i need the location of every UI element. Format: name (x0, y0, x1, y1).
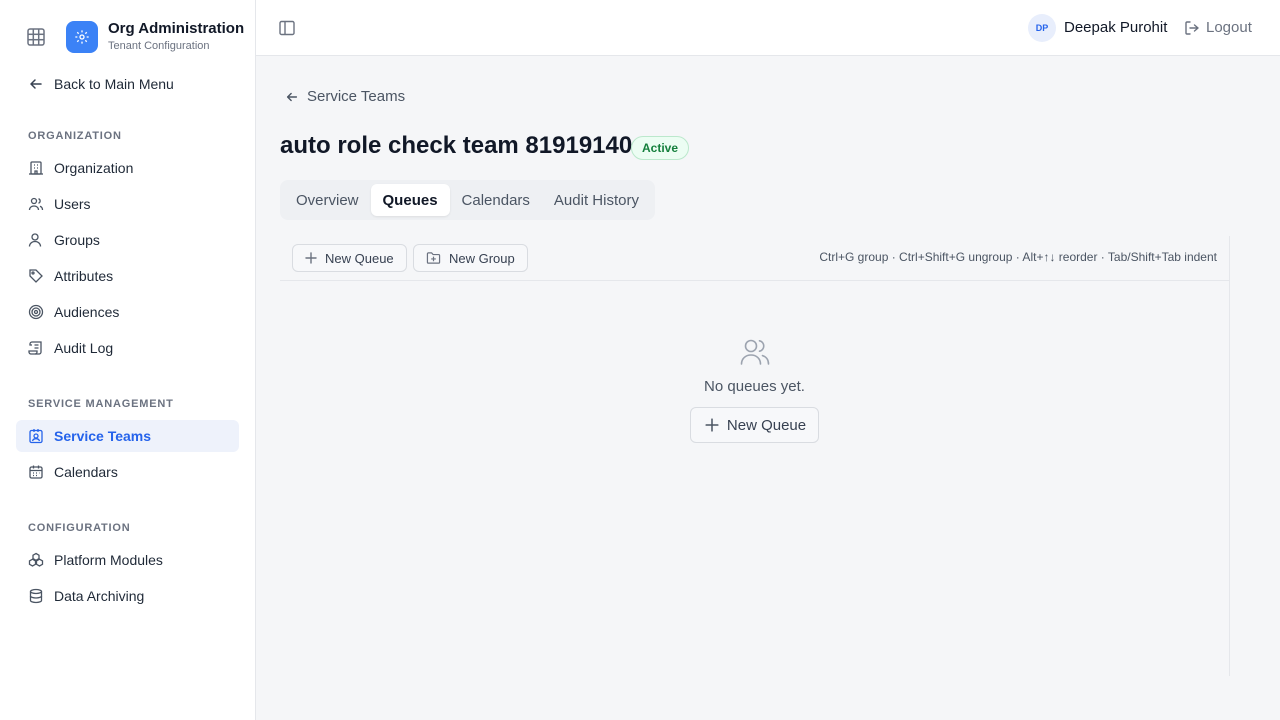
keyboard-shortcuts-hint: Ctrl+G group · Ctrl+Shift+G ungroup · Al… (819, 250, 1217, 264)
section-label-organization: ORGANIZATION (28, 130, 122, 142)
back-label: Back to Main Menu (54, 76, 174, 92)
sidebar-item-audit-log[interactable]: Audit Log (16, 332, 239, 364)
sidebar-item-organization[interactable]: Organization (16, 152, 239, 184)
tab-overview[interactable]: Overview (284, 184, 371, 216)
logout-icon (1185, 20, 1199, 35)
queues-panel: New Queue New Group Ctrl+G group · Ctrl+… (280, 236, 1230, 676)
brand-subtitle: Tenant Configuration (108, 40, 210, 52)
breadcrumb-label: Service Teams (307, 88, 406, 105)
brand-title: Org Administration (108, 20, 245, 37)
sidebar-item-calendars[interactable]: Calendars (16, 456, 239, 488)
sidebar: Org Administration Tenant Configuration … (0, 0, 256, 720)
database-icon (29, 588, 43, 604)
empty-state-message: No queues yet. (704, 378, 805, 395)
sidebar-item-label: Audiences (54, 304, 120, 320)
breadcrumb[interactable]: Service Teams (285, 88, 405, 105)
sidebar-item-label: Organization (54, 160, 134, 176)
sidebar-item-service-teams[interactable]: Service Teams (16, 420, 239, 452)
new-group-label: New Group (449, 250, 515, 266)
users-empty-icon (739, 336, 771, 368)
group-icon (28, 233, 42, 247)
modules-icon (28, 552, 44, 567)
tag-icon (29, 269, 43, 283)
sidebar-item-users[interactable]: Users (16, 188, 239, 220)
new-queue-label: New Queue (325, 250, 394, 266)
logout-label: Logout (1206, 19, 1252, 36)
sidebar-item-label: Attributes (54, 268, 114, 284)
sidebar-item-label: Audit Log (54, 340, 114, 356)
section-label-configuration: CONFIGURATION (28, 522, 131, 534)
target-icon (28, 304, 44, 320)
plus-icon (705, 418, 719, 432)
top-bar: DP Deepak Purohit Logout (256, 0, 1280, 56)
sidebar-item-groups[interactable]: Groups (16, 224, 239, 256)
new-queue-button[interactable]: New Queue (292, 244, 407, 272)
sidebar-item-label: Groups (54, 232, 100, 248)
scroll-icon (28, 341, 42, 355)
sidebar-toggle-icon[interactable] (278, 19, 296, 37)
tab-calendars[interactable]: Calendars (450, 184, 542, 216)
settings-gear-logo-icon (66, 20, 98, 53)
users-icon (28, 197, 44, 211)
calendar-icon (29, 465, 43, 479)
sidebar-item-audiences[interactable]: Audiences (16, 296, 239, 328)
sidebar-item-label: Service Teams (54, 428, 152, 444)
sidebar-item-data-archiving[interactable]: Data Archiving (16, 580, 239, 612)
empty-new-queue-label: New Queue (726, 416, 807, 434)
arrow-left-icon (30, 79, 42, 89)
arrow-left-icon (286, 92, 298, 101)
new-group-button[interactable]: New Group (413, 244, 528, 272)
sidebar-item-attributes[interactable]: Attributes (16, 260, 239, 292)
tab-audit-history[interactable]: Audit History (542, 184, 651, 216)
brand: Org Administration Tenant Configuration (26, 20, 244, 53)
page-title: auto role check team 81919140 (280, 132, 633, 159)
sidebar-item-label: Platform Modules (54, 552, 163, 568)
tab-bar: Overview Queues Calendars Audit History (280, 180, 655, 220)
logout-button[interactable]: Logout (1184, 19, 1252, 36)
plus-icon (305, 252, 317, 264)
back-to-main-menu-link[interactable]: Back to Main Menu (28, 74, 174, 94)
folder-plus-icon (426, 252, 441, 264)
user-name[interactable]: Deepak Purohit (1064, 19, 1167, 36)
empty-new-queue-button[interactable]: New Queue (689, 407, 820, 443)
sidebar-item-label: Data Archiving (54, 588, 145, 604)
avatar[interactable]: DP (1028, 14, 1056, 42)
badge-icon (29, 429, 43, 444)
building-icon (29, 161, 43, 175)
status-badge: Active (631, 136, 690, 160)
sidebar-item-platform-modules[interactable]: Platform Modules (16, 544, 239, 576)
sidebar-item-label: Users (54, 196, 91, 212)
queues-toolbar: New Queue New Group Ctrl+G group · Ctrl+… (280, 236, 1229, 281)
tab-queues[interactable]: Queues (370, 184, 450, 216)
sidebar-item-label: Calendars (54, 464, 118, 480)
apps-grid-icon[interactable] (26, 27, 46, 47)
empty-state: No queues yet. New Queue (280, 336, 1229, 443)
section-label-service-management: SERVICE MANAGEMENT (28, 398, 174, 410)
